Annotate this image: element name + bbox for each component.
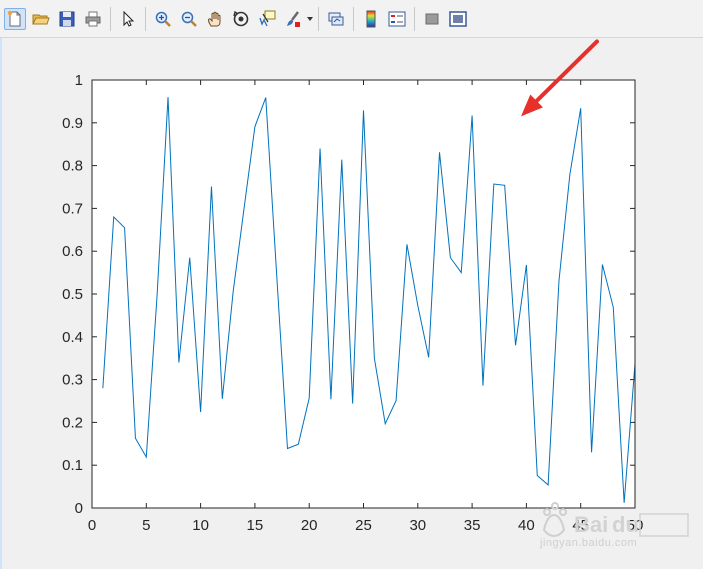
y-tick-label: 0.8: [62, 158, 83, 175]
x-tick-label: 40: [518, 517, 535, 534]
pan-hand-icon: [208, 11, 221, 26]
new-figure-icon: [7, 10, 21, 26]
y-tick-label: 0: [75, 500, 83, 517]
axes[interactable]: 0 5 10 15 20 25 30 35 40 45 50 00.10.20.30.40.50.6…: [62, 72, 643, 534]
insert-legend-icon: [388, 11, 406, 26]
y-tick-label: 0.6: [62, 243, 83, 260]
hide-plot-tools-icon: [425, 13, 439, 24]
y-tick-label: 0.9: [62, 115, 83, 132]
y-tick-labels: 0 0.1 0.2 0.3 0.4 0.5 0.6 0.7 0.8 0.9 1: [62, 72, 83, 517]
pan-button[interactable]: [204, 8, 226, 30]
x-tick-label: 20: [301, 517, 318, 534]
y-tick-label: 0.4: [62, 329, 83, 346]
insert-colorbar-icon: [366, 10, 376, 27]
zoom-out-button[interactable]: [178, 8, 200, 30]
data-cursor-button[interactable]: [256, 8, 278, 30]
save-button[interactable]: [56, 8, 78, 30]
x-tick-label: 25: [355, 517, 372, 534]
insert-legend-button[interactable]: [386, 8, 408, 30]
axes-background: [92, 80, 635, 508]
zoom-in-button[interactable]: [152, 8, 174, 30]
toolbar-separator: [414, 6, 415, 31]
rotate-3d-button[interactable]: [230, 8, 252, 30]
zoom-in-icon: [155, 11, 171, 27]
edit-plot-button[interactable]: [117, 8, 139, 30]
toolbar-separator: [353, 6, 354, 31]
toolbar-separator: [318, 6, 319, 31]
figure-toolbar: [0, 0, 703, 38]
link-plot-icon: [328, 12, 344, 25]
svg-text:du: du: [612, 512, 639, 537]
x-tick-label: 10: [192, 517, 209, 534]
hide-plot-tools-button[interactable]: [421, 8, 443, 30]
zoom-out-icon: [181, 11, 197, 27]
brush-button[interactable]: [282, 8, 304, 30]
y-tick-label: 0.5: [62, 286, 83, 303]
toolbar-separator: [145, 6, 146, 31]
rotate-3d-icon: [233, 10, 249, 26]
y-tick-label: 0.3: [62, 372, 83, 389]
show-plot-tools-button[interactable]: [447, 8, 469, 30]
show-plot-tools-icon: [449, 10, 467, 27]
open-file-button[interactable]: [30, 8, 52, 30]
x-tick-label: 30: [409, 517, 426, 534]
toolbar-separator: [110, 6, 111, 31]
data-cursor-icon: [259, 10, 276, 26]
new-figure-button[interactable]: [4, 7, 26, 30]
link-plot-button[interactable]: [325, 8, 347, 30]
y-tick-label: 0.7: [62, 200, 83, 217]
watermark-site-text: jingyan.baidu.com: [540, 537, 638, 549]
x-tick-label: 35: [464, 517, 481, 534]
edit-plot-arrow-icon: [123, 10, 135, 27]
save-icon: [59, 11, 75, 26]
x-tick-label: 15: [247, 517, 264, 534]
print-icon: [85, 11, 101, 26]
y-tick-label: 1: [75, 72, 83, 89]
insert-colorbar-button[interactable]: [360, 8, 382, 30]
chevron-down-icon: [307, 16, 313, 21]
y-tick-label: 0.1: [62, 457, 83, 474]
svg-text:Bai: Bai: [574, 512, 608, 537]
print-button[interactable]: [82, 8, 104, 30]
x-tick-label: 0: [88, 517, 96, 534]
x-tick-label: 5: [142, 517, 150, 534]
y-tick-label: 0.2: [62, 414, 83, 431]
open-file-icon: [32, 14, 50, 24]
brush-icon: [287, 10, 300, 27]
brush-dropdown[interactable]: [306, 8, 314, 30]
